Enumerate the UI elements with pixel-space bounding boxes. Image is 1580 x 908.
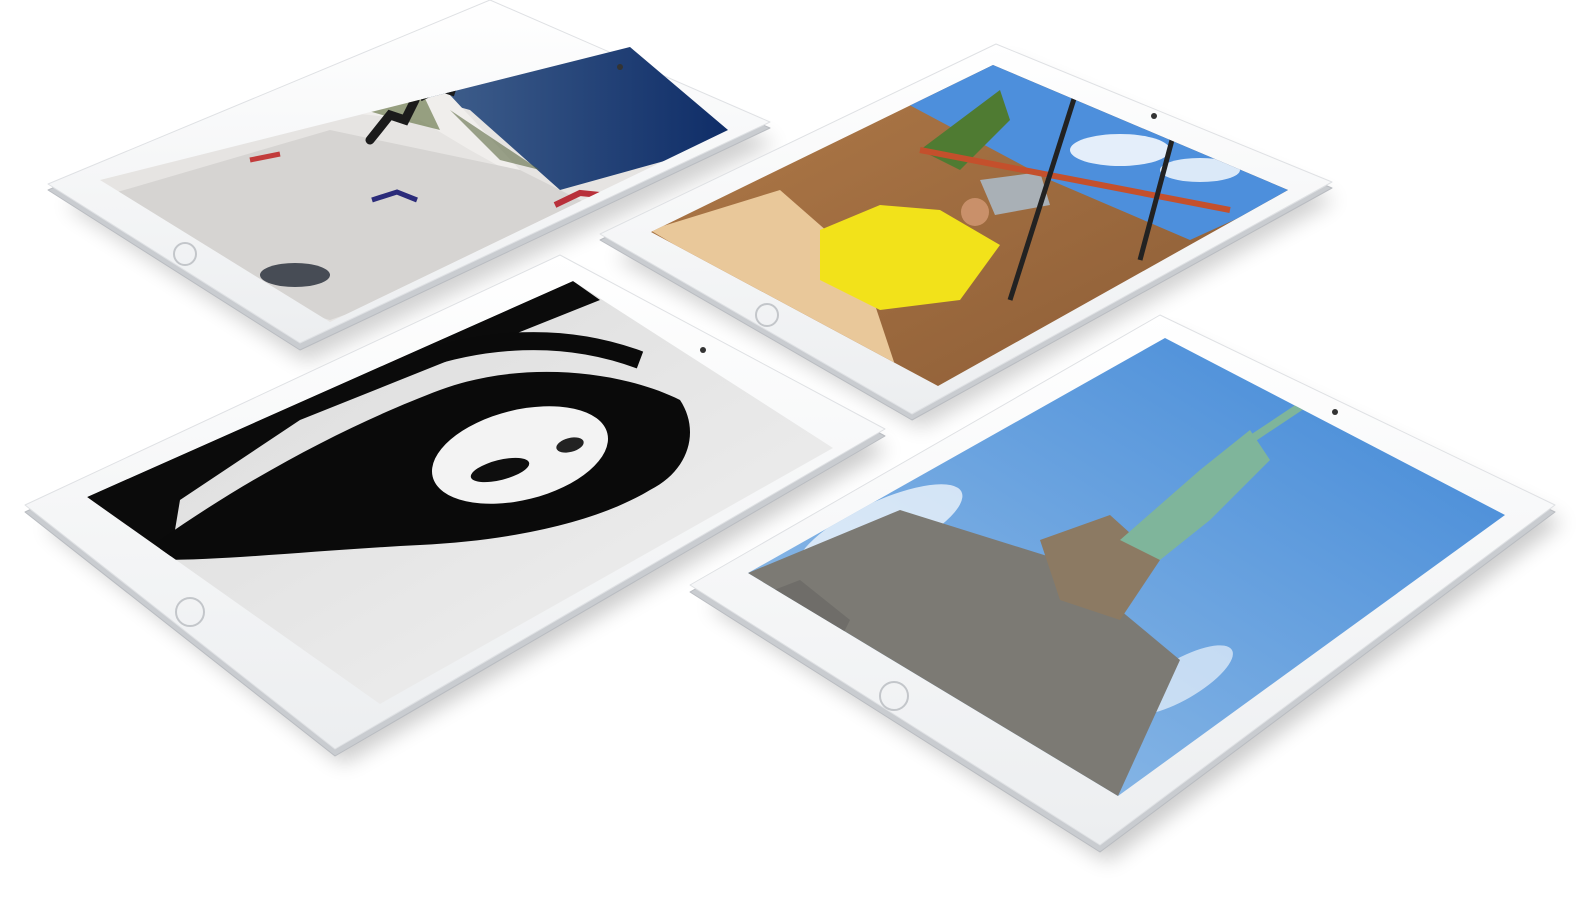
tablet-2-camera xyxy=(1151,113,1157,119)
tablet-scene-svg xyxy=(24,0,1563,862)
tablet-1-camera xyxy=(617,64,623,70)
tablet-4-camera xyxy=(1332,409,1338,415)
tablet-3-camera xyxy=(700,347,706,353)
tablet-1 xyxy=(47,0,776,362)
tablet-4-screen xyxy=(748,338,1505,796)
tablet-scene xyxy=(0,0,1580,908)
